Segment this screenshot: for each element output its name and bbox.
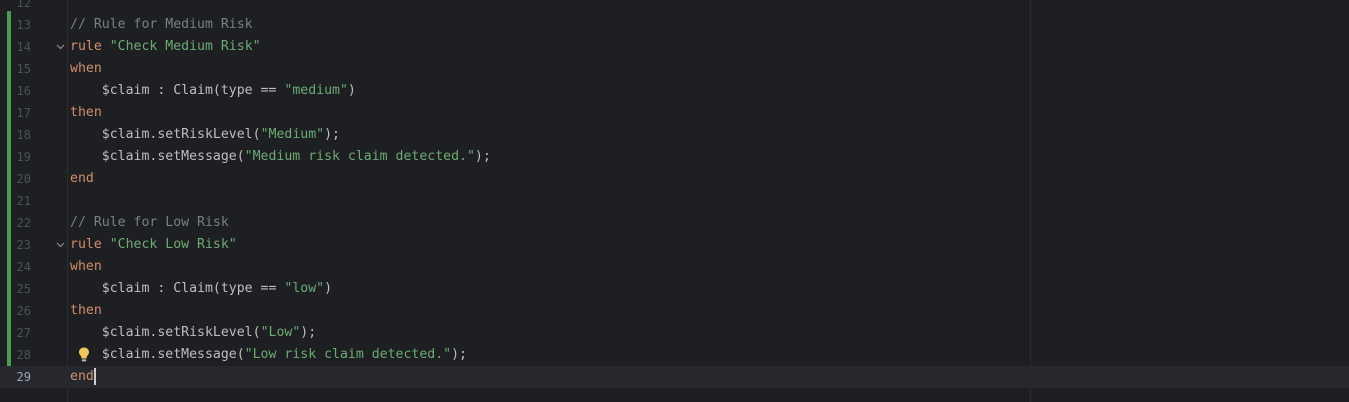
code-line[interactable]: 12 [0, 0, 1349, 14]
code-line[interactable]: 18 $claim.setRiskLevel("Medium"); [0, 124, 1349, 146]
code-line[interactable]: 25 $claim : Claim(type == "low") [0, 278, 1349, 300]
code-text[interactable]: end [70, 366, 96, 388]
code-token: $claim.setMessage( [70, 149, 245, 164]
code-editor[interactable]: 12 13 // Rule for Medium Risk 14 rule "Check… [0, 0, 1349, 402]
code-token: $claim : Claim(type == [70, 281, 285, 296]
code-token: $claim.setRiskLevel( [70, 325, 261, 340]
code-text[interactable]: end [70, 168, 94, 190]
code-line[interactable]: 23 rule "Check Low Risk" [0, 234, 1349, 256]
comment-token: // Rule for Low Risk [70, 215, 229, 230]
code-line[interactable]: 14 rule "Check Medium Risk" [0, 36, 1349, 58]
string-token: "Medium risk claim detected." [244, 149, 475, 164]
code-token: ); [324, 127, 340, 142]
line-number[interactable]: 25 [0, 278, 31, 300]
code-text[interactable]: $claim.setMessage("Low risk claim detect… [70, 344, 467, 366]
code-text[interactable]: // Rule for Medium Risk [70, 14, 253, 36]
string-token: "Low risk claim detected." [244, 347, 452, 362]
string-token: "Low" [260, 325, 301, 340]
code-text[interactable]: $claim.setRiskLevel("Medium"); [70, 124, 340, 146]
line-number[interactable]: 14 [0, 36, 31, 58]
keyword-token: then [70, 105, 102, 120]
keyword-token: end [70, 171, 94, 186]
line-number[interactable]: 27 [0, 322, 31, 344]
keyword-token: rule [70, 237, 102, 252]
code-line[interactable]: 16 $claim : Claim(type == "medium") [0, 80, 1349, 102]
line-number[interactable]: 29 [0, 366, 31, 388]
code-text[interactable]: rule "Check Medium Risk" [70, 36, 261, 58]
code-token: $claim.setRiskLevel( [70, 127, 261, 142]
code-line[interactable]: 26 then [0, 300, 1349, 322]
line-number[interactable]: 23 [0, 234, 31, 256]
code-line[interactable]: 22 // Rule for Low Risk [0, 212, 1349, 234]
code-line[interactable]: 20 end [0, 168, 1349, 190]
line-number[interactable]: 19 [0, 146, 31, 168]
code-line[interactable]: 13 // Rule for Medium Risk [0, 14, 1349, 36]
keyword-token: end [70, 369, 94, 384]
code-text[interactable]: // Rule for Low Risk [70, 212, 229, 234]
code-line[interactable]: 17 then [0, 102, 1349, 124]
chevron-down-icon[interactable] [55, 36, 65, 58]
code-line[interactable]: 29 end [0, 366, 1349, 388]
line-number[interactable]: 18 [0, 124, 31, 146]
code-text[interactable]: $claim : Claim(type == "medium") [70, 80, 356, 102]
string-token: "low" [284, 281, 325, 296]
comment-token: // Rule for Medium Risk [70, 17, 253, 32]
line-number[interactable]: 20 [0, 168, 31, 190]
line-number[interactable]: 13 [0, 14, 31, 36]
chevron-down-icon[interactable] [55, 234, 65, 256]
code-token: ) [347, 83, 356, 98]
code-line[interactable]: 28 $claim.setMessage("Low risk claim det… [0, 344, 1349, 366]
string-token: "Check Medium Risk" [109, 39, 261, 54]
line-number[interactable]: 16 [0, 80, 31, 102]
code-text[interactable]: $claim : Claim(type == "low") [70, 278, 332, 300]
code-text[interactable]: when [70, 58, 102, 80]
text-caret [93, 367, 96, 385]
string-token: "Medium" [260, 127, 325, 142]
line-number[interactable]: 15 [0, 58, 31, 80]
line-number[interactable]: 26 [0, 300, 31, 322]
line-number[interactable]: 12 [0, 0, 31, 14]
code-line[interactable]: 24 when [0, 256, 1349, 278]
code-line[interactable]: 15 when [0, 58, 1349, 80]
string-token: "medium" [284, 83, 348, 98]
keyword-token: rule [70, 39, 102, 54]
code-text[interactable]: rule "Check Low Risk" [70, 234, 237, 256]
code-text[interactable]: then [70, 102, 102, 124]
keyword-token: when [70, 259, 102, 274]
string-token: "Check Low Risk" [109, 237, 237, 252]
code-line[interactable]: 27 $claim.setRiskLevel("Low"); [0, 322, 1349, 344]
code-text[interactable]: $claim.setRiskLevel("Low"); [70, 322, 316, 344]
line-number[interactable]: 21 [0, 190, 31, 212]
code-text[interactable]: $claim.setMessage("Medium risk claim det… [70, 146, 491, 168]
code-line[interactable]: 21 [0, 190, 1349, 212]
line-number[interactable]: 22 [0, 212, 31, 234]
code-token: ); [300, 325, 317, 340]
code-token: $claim : Claim(type == [70, 83, 285, 98]
keyword-token: when [70, 61, 102, 76]
code-token: ) [324, 281, 333, 296]
line-number[interactable]: 28 [0, 344, 31, 366]
code-line[interactable]: 19 $claim.setMessage("Medium risk claim … [0, 146, 1349, 168]
line-number[interactable]: 24 [0, 256, 31, 278]
code-text[interactable]: when [70, 256, 102, 278]
code-token: $claim.setMessage( [70, 347, 245, 362]
keyword-token: then [70, 303, 102, 318]
line-number[interactable]: 17 [0, 102, 31, 124]
code-token: ); [474, 149, 491, 164]
code-token: ); [451, 347, 467, 362]
code-text[interactable]: then [70, 300, 102, 322]
